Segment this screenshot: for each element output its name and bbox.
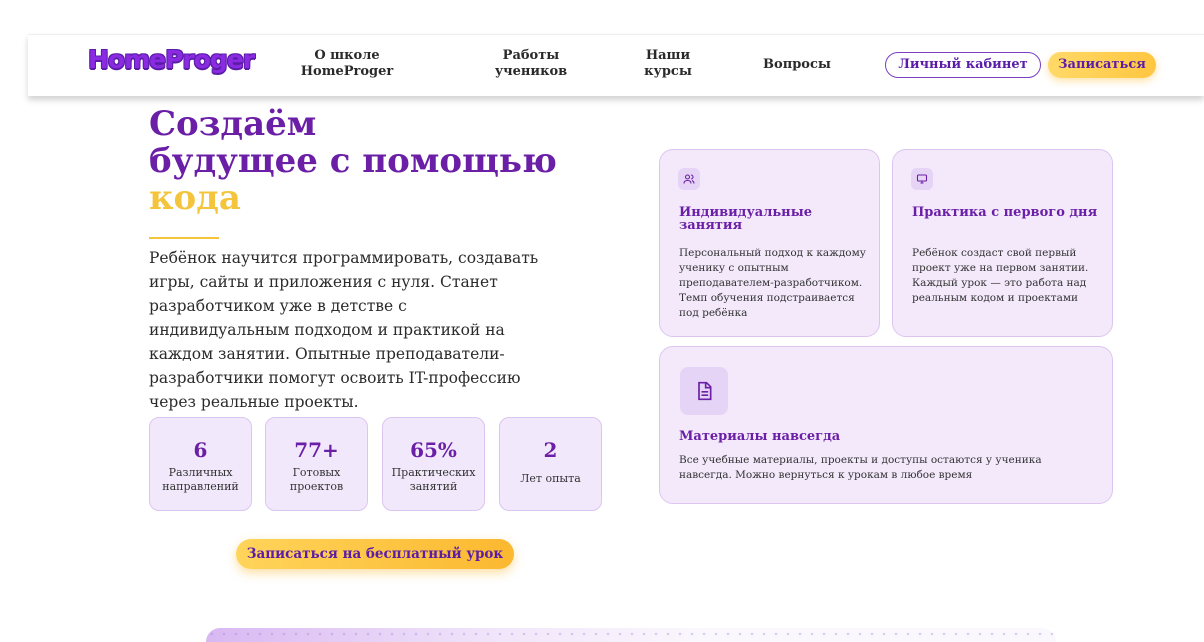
- hero-title-accent: кода: [149, 178, 241, 218]
- cabinet-button[interactable]: Личный кабинет: [885, 52, 1041, 78]
- stat-value: 77+: [294, 438, 339, 462]
- feature-card-materials: Материалы навсегда Все учебные материалы…: [659, 346, 1113, 504]
- feature-text: Ребёнок создаст свой первый проект уже н…: [912, 247, 1089, 304]
- feature-card-individual: Индивидуальные занятия Персональный подх…: [659, 149, 880, 337]
- logo[interactable]: HomeProger: [88, 45, 255, 74]
- nav-courses-line2: курсы: [644, 64, 692, 79]
- stat-label: Готовых проектов: [266, 466, 367, 494]
- users-icon: [678, 168, 700, 190]
- stat-label: Практических занятий: [383, 466, 484, 494]
- nav-about-line2: HomeProger: [300, 64, 394, 79]
- document-icon: [680, 367, 728, 415]
- nav-faq-label: Вопросы: [763, 57, 831, 72]
- hero-lead: Ребёнок научится программировать, создав…: [149, 249, 539, 411]
- stat-label-line1: Лет опыта: [520, 472, 581, 485]
- stat-label-line2: направлений: [162, 480, 239, 493]
- feature-text: Все учебные материалы, проекты и доступы…: [679, 454, 1042, 481]
- stat-label-line1: Готовых: [292, 466, 341, 479]
- stat-directions: 6 Различных направлений: [149, 417, 252, 511]
- nav-faq[interactable]: Вопросы: [752, 57, 842, 73]
- feature-title: Практика с первого дня: [912, 205, 1098, 220]
- monitor-icon: [911, 168, 933, 190]
- stat-value: 2: [543, 438, 558, 462]
- nav-about-line1: О школе: [314, 48, 380, 63]
- nav-works[interactable]: Работы учеников: [476, 48, 586, 80]
- hero-title: Создаём будущее с помощью кода: [149, 106, 619, 217]
- stat-value: 6: [193, 438, 208, 462]
- stat-experience: 2 Лет опыта: [499, 417, 602, 511]
- nav-about[interactable]: О школе HomeProger: [292, 48, 402, 80]
- stat-practice: 65% Практических занятий: [382, 417, 485, 511]
- stat-value: 65%: [410, 438, 457, 462]
- hero-title-line2: будущее с помощью: [149, 141, 557, 181]
- stat-label-line1: Различных: [168, 466, 233, 479]
- hero-title-line1: Создаём: [149, 104, 317, 144]
- stat-label: Различных направлений: [150, 466, 251, 494]
- stat-label-line2: проектов: [289, 480, 344, 493]
- nav-works-line2: учеников: [494, 64, 568, 79]
- stat-projects: 77+ Готовых проектов: [265, 417, 368, 511]
- title-underline: [149, 237, 219, 239]
- nav-works-line1: Работы: [502, 48, 560, 63]
- stat-label-line2: занятий: [409, 480, 458, 493]
- nav-courses-line1: Наши: [645, 48, 691, 63]
- feature-title: Индивидуальные занятия: [679, 205, 812, 233]
- signup-button[interactable]: Записаться: [1048, 52, 1156, 78]
- feature-text: Персональный подход к каждому ученику с …: [679, 247, 866, 319]
- bottom-banner: [206, 628, 1056, 642]
- stat-label: Лет опыта: [500, 472, 601, 486]
- site-header: HomeProger О школе HomeProger Работы уче…: [28, 34, 1204, 96]
- free-lesson-button[interactable]: Записаться на бесплатный урок: [236, 539, 514, 569]
- feature-card-practice: Практика с первого дня Ребёнок создаст с…: [892, 149, 1113, 337]
- stat-label-line1: Практических: [391, 466, 476, 479]
- feature-title: Материалы навсегда: [679, 429, 841, 444]
- nav-courses[interactable]: Наши курсы: [633, 48, 703, 80]
